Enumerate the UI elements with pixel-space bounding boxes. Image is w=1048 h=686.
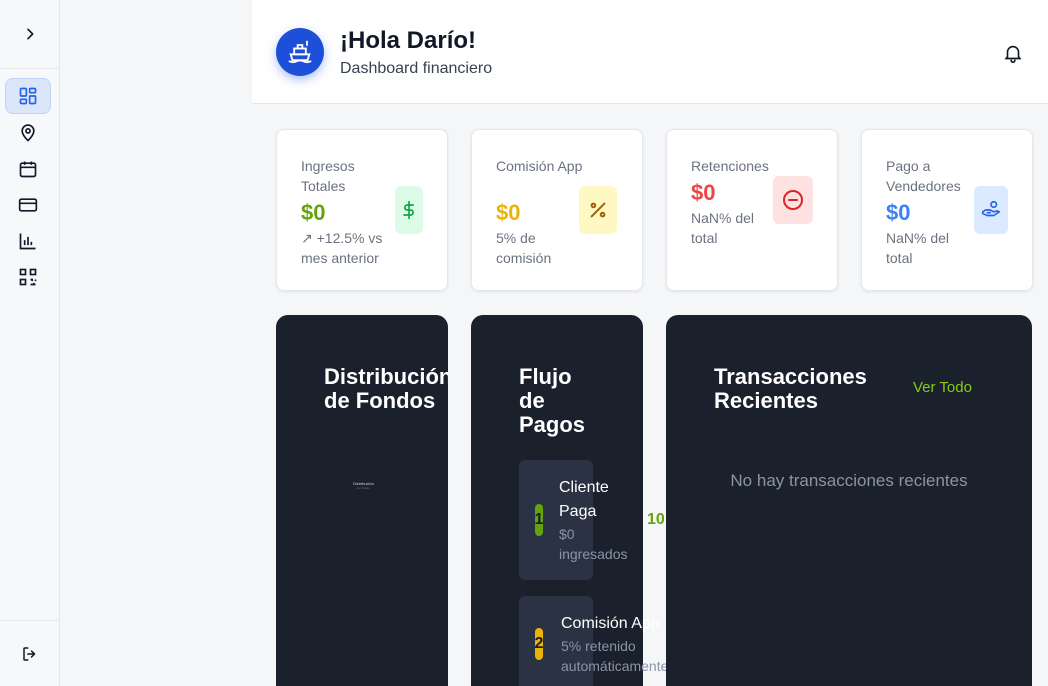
sidebar-toggle-button[interactable] xyxy=(0,0,60,69)
credit-card-icon xyxy=(18,198,38,212)
bar-chart-icon xyxy=(19,233,36,250)
distribution-chart: Distribución por fondo xyxy=(353,482,374,491)
map-pin-icon xyxy=(21,124,35,142)
avatar[interactable] xyxy=(276,28,324,76)
ship-logo-icon xyxy=(288,40,312,64)
transactions-title: Transacciones Recientes xyxy=(714,364,867,413)
dollar-icon xyxy=(395,186,423,234)
distribution-chart-subtitle: por fondo xyxy=(356,486,370,490)
stat-value: $0 xyxy=(496,200,521,225)
flow-step-desc: $0 ingresados xyxy=(559,526,628,562)
stat-note: ↗ +12.5% vs mes anterior xyxy=(301,230,383,266)
payment-flow-panel: Flujo de Pagos 1 Cliente Paga $0 ingresa… xyxy=(471,315,666,686)
flow-step-number: 2 xyxy=(535,628,543,660)
stat-note: NaN% del total xyxy=(886,230,950,266)
qr-code-icon xyxy=(19,268,37,286)
sidebar-item-calendar[interactable] xyxy=(5,151,51,187)
flow-step: 2 Comisión App 5% retenido automáticamen… xyxy=(519,596,666,686)
flow-step-title: Cliente Paga xyxy=(559,479,609,520)
sidebar-item-reports[interactable] xyxy=(5,223,51,259)
stat-card-comision: Comisión App $0 5% de comisión xyxy=(471,129,643,291)
stat-card-retenciones: Retenciones $0 NaN% del total xyxy=(666,129,838,291)
stat-value: $0 xyxy=(691,180,716,205)
distribution-title: Distribución de Fondos xyxy=(324,364,448,413)
view-all-link[interactable]: Ver Todo xyxy=(913,379,972,396)
hand-coins-icon xyxy=(974,186,1008,234)
page-subtitle: Dashboard financiero xyxy=(340,60,493,77)
distribution-panel: Distribución de Fondos Distribución por … xyxy=(276,315,448,686)
stat-label: Ingresos Totales xyxy=(301,158,355,194)
minus-circle-icon xyxy=(773,176,813,224)
stat-value: $0 xyxy=(301,200,326,225)
dashboard-icon xyxy=(19,87,37,105)
flow-step-side-value: 10 xyxy=(647,511,665,528)
page-title: ¡Hola Darío! xyxy=(340,27,477,54)
logout-icon xyxy=(23,646,36,661)
logout-button[interactable] xyxy=(0,620,60,686)
stat-value: $0 xyxy=(886,200,911,225)
sidebar-item-dashboard[interactable] xyxy=(5,78,51,114)
flow-step: 1 Cliente Paga $0 ingresados xyxy=(519,460,628,580)
stat-label: Pago a Vendedores xyxy=(886,158,961,194)
flow-step-title: Comisión App xyxy=(561,615,660,632)
sidebar-item-qr[interactable] xyxy=(5,259,51,295)
stat-note: 5% de comisión xyxy=(496,230,552,266)
stat-label: Comisión App xyxy=(496,158,583,174)
stat-card-ingresos: Ingresos Totales $0 ↗ +12.5% vs mes ante… xyxy=(276,129,448,291)
flow-step-number: 1 xyxy=(535,504,543,536)
stat-label: Retenciones xyxy=(691,158,769,174)
payment-flow-steps: 1 Cliente Paga $0 ingresados 10 2 Comisi… xyxy=(471,315,666,686)
page-header: ¡Hola Darío! Dashboard financiero xyxy=(252,0,1048,104)
chevron-right-icon xyxy=(27,28,34,40)
stat-card-vendedores: Pago a Vendedores $0 NaN% del total xyxy=(861,129,1033,291)
sidebar-item-locations[interactable] xyxy=(5,115,51,151)
notification-bell-icon[interactable] xyxy=(1002,42,1024,64)
stat-note: NaN% del total xyxy=(691,210,755,246)
percent-icon xyxy=(579,186,617,234)
flow-step-desc: 5% retenido automáticamente xyxy=(561,638,666,674)
calendar-icon xyxy=(19,161,37,178)
sidebar-item-payments[interactable] xyxy=(5,187,51,223)
transactions-empty-state: No hay transacciones recientes xyxy=(730,471,968,490)
sidebar xyxy=(0,0,60,686)
transactions-panel: Transacciones Recientes Ver Todo No hay … xyxy=(666,315,1032,686)
